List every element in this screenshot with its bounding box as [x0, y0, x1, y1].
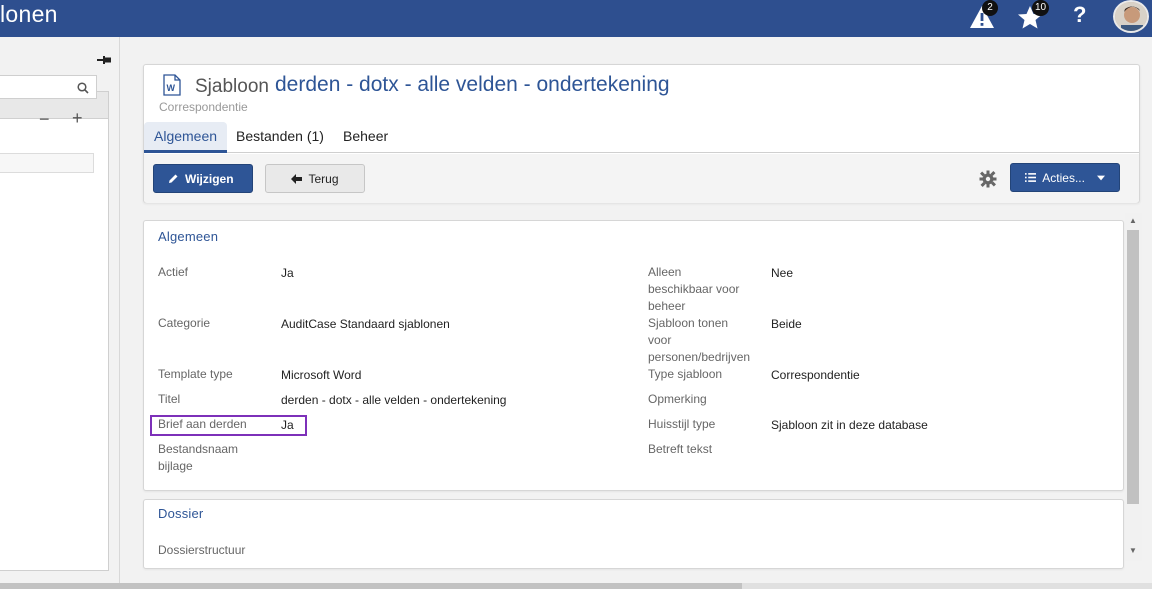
top-bar: lonen 2 10 ?	[0, 0, 1152, 37]
page-title: derden - dotx - alle velden - onderteken…	[275, 73, 670, 96]
field-label-titel: Titel	[158, 392, 181, 406]
field-label-template-type: Template type	[158, 367, 233, 381]
favorites-badge: 10	[1032, 0, 1050, 16]
general-section: Algemeen Actief Ja Categorie AuditCase S…	[143, 220, 1124, 491]
gear-icon[interactable]	[979, 170, 997, 188]
tab-algemeen[interactable]: Algemeen	[144, 122, 228, 153]
field-label-huisstijl-type: Huisstijl type	[648, 417, 716, 431]
alerts-button[interactable]: 2	[968, 0, 998, 32]
tab-bar: Algemeen Bestanden (1) Beheer	[144, 122, 1139, 153]
record-type-label: Sjabloon	[195, 76, 269, 97]
field-value-actief: Ja	[281, 266, 294, 280]
field-label-alleen-beschikbaar: Alleen beschikbaar voor beheer	[648, 265, 740, 313]
edit-button-label: Wijzigen	[185, 171, 234, 186]
horizontal-scrollbar-thumb[interactable]	[0, 583, 742, 589]
dossier-section: Dossier Dossierstructuur	[143, 499, 1124, 569]
scroll-down-icon[interactable]: ▼	[1129, 546, 1137, 555]
general-section-title: Algemeen	[158, 229, 219, 244]
field-label-opmerking: Opmerking	[648, 392, 707, 406]
help-button[interactable]: ?	[1073, 2, 1086, 28]
field-value-brief-aan-derden: Ja	[281, 418, 294, 432]
field-value-alleen-beschikbaar: Nee	[771, 266, 794, 280]
actions-dropdown[interactable]: Acties...	[1010, 163, 1120, 192]
back-button-label: Terug	[308, 171, 339, 186]
actions-dropdown-label: Acties...	[1042, 170, 1085, 185]
caret-down-icon	[1096, 175, 1105, 180]
avatar[interactable]	[1113, 0, 1149, 33]
scroll-up-icon[interactable]: ▲	[1129, 216, 1137, 225]
field-label-dossierstructuur: Dossierstructuur	[158, 543, 246, 557]
app-title: lonen	[0, 1, 58, 27]
alerts-badge: 2	[982, 0, 998, 16]
search-icon[interactable]	[77, 82, 89, 94]
dossier-section-title: Dossier	[158, 506, 204, 521]
field-value-huisstijl-type: Sjabloon zit in deze database	[771, 418, 928, 432]
field-label-sjabloon-tonen: Sjabloon tonen voor personen/bedrijven	[648, 316, 751, 364]
field-value-sjabloon-tonen: Beide	[771, 317, 802, 331]
toolbar: Wijzigen Terug Acties...	[144, 154, 1139, 203]
word-document-icon: W	[163, 74, 181, 96]
header-card: W Sjabloon derden - dotx - alle velden -…	[143, 64, 1140, 203]
tab-beheer[interactable]: Beheer	[333, 122, 398, 153]
field-value-categorie: AuditCase Standaard sjablonen	[281, 317, 450, 331]
tab-bestanden[interactable]: Bestanden (1)	[226, 122, 334, 153]
svg-text:W: W	[167, 83, 176, 93]
field-label-betreft-tekst: Betreft tekst	[648, 442, 713, 456]
pin-icon[interactable]	[97, 53, 111, 69]
field-value-template-type: Microsoft Word	[281, 368, 362, 382]
user-photo-icon	[1115, 2, 1147, 31]
collapse-icon[interactable]: −	[39, 109, 50, 130]
edit-button[interactable]: Wijzigen	[153, 164, 253, 193]
field-value-titel: derden - dotx - alle velden - onderteken…	[281, 393, 507, 407]
list-icon	[1025, 173, 1037, 182]
vertical-scrollbar[interactable]: ▲ ▼	[1125, 213, 1142, 561]
page-subtitle: Correspondentie	[159, 100, 248, 114]
field-label-categorie: Categorie	[158, 316, 211, 330]
field-label-type-sjabloon: Type sjabloon	[648, 367, 723, 381]
favorites-button[interactable]: 10	[1016, 0, 1050, 32]
field-label-actief: Actief	[158, 265, 189, 279]
back-button[interactable]: Terug	[265, 164, 365, 193]
scrollbar-thumb[interactable]	[1127, 230, 1139, 504]
field-label-bestandsnaam-bijlage: Bestandsnaam bijlage	[158, 442, 239, 473]
pencil-icon	[169, 174, 178, 183]
field-value-type-sjabloon: Correspondentie	[771, 368, 860, 382]
field-label-brief-aan-derden: Brief aan derden	[158, 417, 247, 431]
tree-item[interactable]	[0, 153, 94, 173]
horizontal-scrollbar[interactable]	[0, 583, 1152, 589]
tree-search-input[interactable]	[0, 75, 97, 99]
expand-icon[interactable]: +	[72, 108, 83, 129]
left-panel: − +	[0, 37, 120, 583]
arrow-left-icon	[291, 173, 303, 184]
